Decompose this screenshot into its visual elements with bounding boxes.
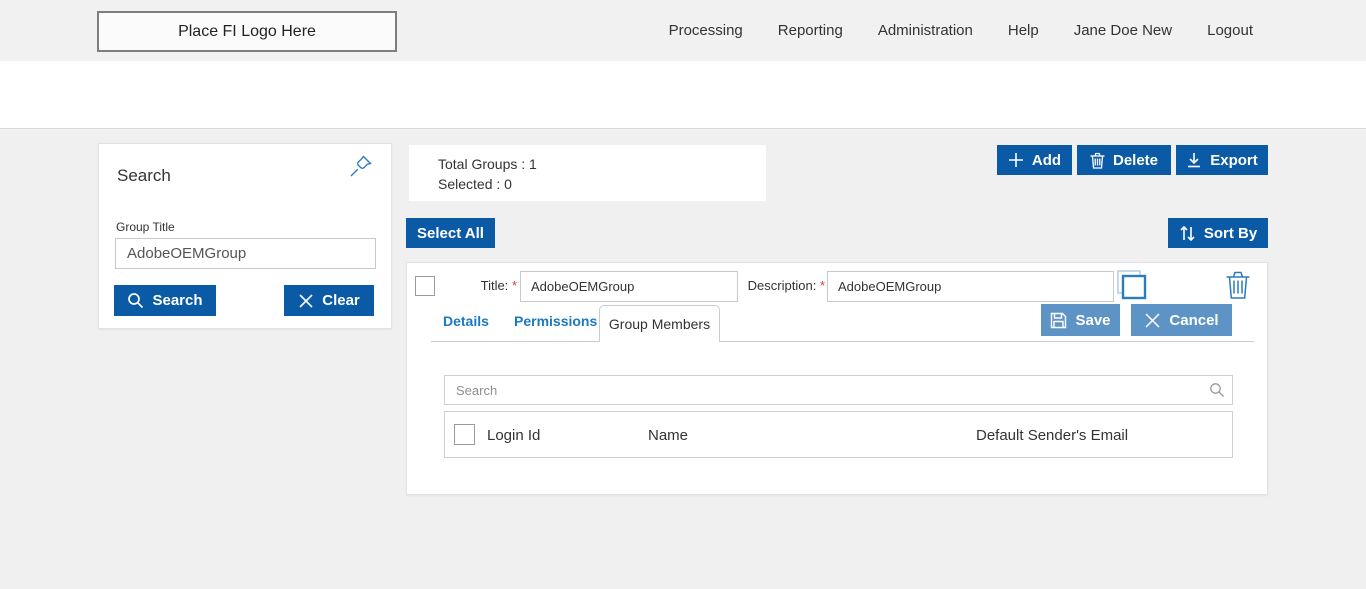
members-search-input[interactable]	[444, 375, 1233, 405]
select-all-label: Select All	[417, 224, 484, 242]
title-input[interactable]	[520, 271, 738, 302]
save-button[interactable]: Save	[1041, 304, 1120, 336]
nav-item-administration[interactable]: Administration	[878, 22, 973, 39]
x-icon	[299, 293, 313, 308]
delete-button[interactable]: Delete	[1077, 145, 1171, 175]
copy-icon	[1117, 270, 1147, 300]
pin-icon[interactable]	[349, 154, 373, 180]
group-editor-card: Title: * Description: * Details Permissi…	[406, 262, 1268, 495]
title-label: Title: *	[480, 278, 517, 293]
column-default-senders-email: Default Sender's Email	[976, 427, 1129, 444]
nav-item-processing[interactable]: Processing	[669, 22, 743, 39]
sort-by-button[interactable]: Sort By	[1168, 218, 1268, 248]
search-button[interactable]: Search	[114, 285, 216, 316]
export-button[interactable]: Export	[1176, 145, 1268, 175]
clear-button[interactable]: Clear	[284, 285, 374, 316]
total-groups-label: Total Groups :	[438, 156, 526, 172]
group-title-label: Group Title	[116, 220, 175, 234]
tab-details[interactable]: Details	[443, 313, 489, 329]
x-icon	[1145, 312, 1160, 328]
summary-box: Total Groups : 1 Selected : 0	[409, 145, 766, 201]
add-button-label: Add	[1031, 151, 1062, 169]
group-row-checkbox[interactable]	[415, 276, 435, 296]
total-groups-value: 1	[529, 156, 537, 172]
export-button-label: Export	[1210, 151, 1258, 169]
page: Place FI Logo Here Processing Reporting …	[0, 0, 1366, 589]
tab-group-members[interactable]: Group Members	[599, 305, 720, 342]
trash-icon	[1226, 271, 1250, 299]
description-required-marker: *	[819, 278, 825, 293]
members-table-header: Login Id Name Default Sender's Email	[444, 411, 1233, 458]
description-label: Description: *	[747, 278, 825, 293]
trash-icon	[1090, 152, 1105, 169]
sort-by-label: Sort By	[1203, 224, 1258, 242]
select-all-button[interactable]: Select All	[406, 218, 495, 248]
title-required-marker: *	[511, 278, 517, 293]
add-button[interactable]: Add	[997, 145, 1072, 175]
cancel-button[interactable]: Cancel	[1131, 304, 1232, 336]
nav-item-reporting[interactable]: Reporting	[778, 22, 843, 39]
top-nav: Processing Reporting Administration Help…	[669, 0, 1253, 61]
column-login-id: Login Id	[487, 427, 541, 444]
search-button-label: Search	[152, 292, 203, 309]
cancel-button-label: Cancel	[1169, 311, 1219, 329]
nav-item-logout[interactable]: Logout	[1207, 22, 1253, 39]
copy-button[interactable]	[1115, 269, 1147, 301]
content: Search Group Title Search Clear	[0, 129, 1366, 589]
nav-item-help[interactable]: Help	[1008, 22, 1039, 39]
tab-underline	[431, 341, 1254, 342]
members-select-all-checkbox[interactable]	[454, 424, 475, 445]
plus-icon	[1008, 153, 1023, 167]
delete-button-label: Delete	[1112, 151, 1159, 169]
search-panel: Search Group Title Search Clear	[98, 143, 392, 329]
sort-icon	[1180, 225, 1195, 241]
selected-value: 0	[504, 176, 512, 192]
download-icon	[1188, 153, 1201, 168]
clear-button-label: Clear	[322, 292, 360, 309]
column-name: Name	[648, 427, 689, 444]
members-search	[444, 375, 1233, 405]
fi-logo-placeholder: Place FI Logo Here	[97, 11, 397, 52]
row-delete-button[interactable]	[1225, 270, 1251, 300]
description-input[interactable]	[827, 271, 1114, 302]
selected-line: Selected : 0	[438, 174, 766, 194]
total-groups-line: Total Groups : 1	[438, 154, 766, 174]
tab-permissions[interactable]: Permissions	[514, 313, 597, 329]
search-panel-title: Search	[117, 166, 171, 185]
search-icon	[128, 293, 144, 309]
group-title-input[interactable]	[115, 238, 376, 269]
page-header: Group Maintenance i Kinective Sign	[0, 61, 1366, 168]
selected-label: Selected :	[438, 176, 501, 192]
nav-item-user[interactable]: Jane Doe New	[1074, 22, 1172, 39]
search-icon	[1209, 382, 1225, 398]
save-icon	[1051, 312, 1067, 328]
save-button-label: Save	[1075, 311, 1111, 329]
topbar: Place FI Logo Here Processing Reporting …	[0, 0, 1366, 61]
fi-logo-text: Place FI Logo Here	[178, 22, 316, 40]
